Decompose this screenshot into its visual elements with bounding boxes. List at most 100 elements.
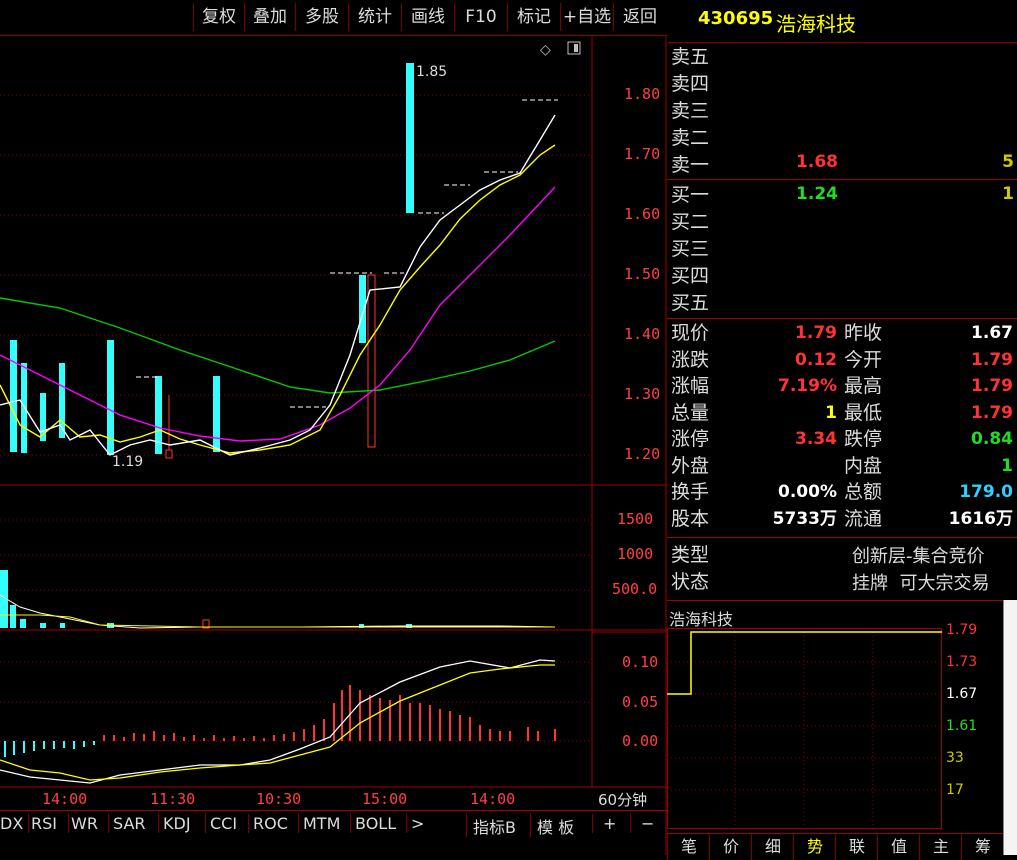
high-price: 1.79 — [971, 376, 1013, 396]
ask-labels: 卖五 卖四 卖三 卖二 卖一 — [671, 44, 709, 179]
quote-label: 昨收 — [844, 322, 883, 344]
price-tick: 1.60 — [624, 205, 661, 223]
more-tabs-button[interactable]: > — [406, 814, 424, 833]
tab-dx[interactable]: DX — [0, 814, 23, 833]
bid-labels: 买一 买二 买三 买四 买五 — [671, 182, 709, 317]
tab-cci[interactable]: CCI — [205, 814, 237, 833]
quote-row: 现价 1.79 昨收 1.67 — [671, 320, 1017, 347]
quote-label: 今开 — [844, 348, 883, 371]
tab-roc[interactable]: ROC — [248, 814, 288, 833]
ask-2-label: 卖二 — [671, 127, 710, 149]
change-value: 0.12 — [795, 349, 837, 370]
prev-close: 1.67 — [971, 323, 1013, 343]
quote-label: 最高 — [844, 375, 883, 397]
ask-1-price: 1.68 — [796, 152, 838, 172]
tab-price[interactable]: 价 — [709, 834, 752, 860]
volume-tick: 1500 — [617, 510, 654, 528]
limit-down: 0.84 — [971, 429, 1013, 449]
bid-1-label: 买一 — [671, 184, 710, 206]
tab-rsi[interactable]: RSI — [28, 814, 57, 833]
fuquan-button[interactable]: 复权 — [193, 3, 244, 31]
mark-button[interactable]: 标记 — [507, 3, 560, 31]
price-tick: 1.80 — [624, 85, 661, 103]
tab-mtm[interactable]: MTM — [298, 814, 340, 833]
ask-3-label: 卖三 — [671, 100, 710, 122]
quote-label: 跌停 — [844, 428, 883, 450]
overlay-button[interactable]: 叠加 — [244, 3, 295, 31]
detail-tab-bar: 笔 价 细 势 联 值 主 筹 — [667, 833, 1003, 860]
diamond-icon[interactable]: ◇ — [540, 42, 551, 58]
mini-level: 1.73 — [946, 654, 978, 670]
add-favorite-button[interactable]: +自选 — [560, 3, 613, 31]
popup-window-edge[interactable] — [1003, 600, 1017, 855]
price-tick: 1.70 — [624, 145, 661, 163]
divider — [667, 318, 1017, 319]
total-volume: 1 — [825, 402, 837, 423]
low-annotation: 1.19 — [112, 454, 143, 470]
high-annotation: 1.85 — [416, 64, 447, 80]
ask-1-volume: 5 — [1002, 152, 1014, 172]
index-b-button[interactable]: 指标B — [466, 814, 516, 838]
mini-level: 17 — [946, 782, 964, 798]
tab-chips[interactable]: 筹 — [961, 834, 1004, 860]
tab-kdj[interactable]: KDJ — [158, 814, 191, 833]
price-tick: 1.30 — [624, 385, 661, 403]
quote-row: 涨停 3.34 跌停 0.84 — [671, 426, 1017, 453]
tab-wr[interactable]: WR — [68, 814, 98, 833]
current-price: 1.79 — [795, 323, 837, 343]
tab-main[interactable]: 主 — [919, 834, 962, 860]
candle — [359, 275, 366, 343]
ask-4-label: 卖四 — [671, 73, 710, 95]
kline-chart[interactable]: ◇ 1.85 1.19 — [0, 35, 667, 855]
macd-bars — [4, 685, 556, 757]
quote-label: 总额 — [844, 481, 883, 503]
ask-panel — [667, 42, 1017, 180]
mini-chart-title: 浩海科技 — [669, 610, 734, 629]
quote-row: 换手 0.00% 总额 179.0 — [671, 479, 1017, 506]
tab-boll[interactable]: BOLL — [350, 814, 396, 833]
tab-trades[interactable]: 笔 — [667, 834, 710, 860]
bid-1-price: 1.24 — [796, 184, 838, 204]
status-label: 状态 — [671, 571, 710, 593]
stock-name: 浩海科技 — [776, 12, 856, 36]
draw-line-button[interactable]: 画线 — [401, 3, 454, 31]
tab-trend[interactable]: 势 — [793, 834, 836, 860]
template-button[interactable]: 模 板 — [530, 814, 574, 838]
total-shares: 5733万 — [772, 508, 837, 529]
candle — [213, 376, 220, 452]
price-tick: 1.50 — [624, 265, 661, 283]
divider — [667, 600, 1017, 601]
turnover-rate: 0.00% — [778, 482, 837, 502]
f10-button[interactable]: F10 — [454, 3, 507, 31]
float-shares: 1616万 — [948, 508, 1013, 529]
quote-row: 外盘 内盘 1 — [671, 453, 1017, 480]
macd-tick: 0.10 — [622, 653, 659, 671]
tab-detail[interactable]: 细 — [751, 834, 794, 860]
candle — [10, 340, 17, 452]
period-label[interactable]: 60分钟 — [598, 789, 647, 810]
tab-sar[interactable]: SAR — [108, 814, 146, 833]
ask-1-label: 卖一 — [671, 154, 710, 176]
tab-linked[interactable]: 联 — [835, 834, 878, 860]
quote-label: 涨停 — [671, 428, 710, 450]
inner-volume: 1 — [1001, 455, 1013, 476]
tab-value[interactable]: 值 — [877, 834, 920, 860]
limit-up: 3.34 — [795, 429, 837, 449]
divider — [667, 537, 1017, 538]
time-tick: 10:30 — [256, 790, 302, 808]
quote-label: 股本 — [671, 507, 710, 530]
zoom-out-button[interactable]: − — [630, 814, 661, 833]
mini-level: 1.79 — [946, 622, 978, 638]
quote-table: 现价 1.79 昨收 1.67 涨跌 0.12 今开 1.79 涨幅 7.19%… — [671, 320, 1017, 532]
multi-stock-button[interactable]: 多股 — [295, 3, 348, 31]
change-percent: 7.19% — [778, 376, 837, 396]
zoom-in-button[interactable]: + — [592, 814, 623, 833]
quote-row: 股本 5733万 流通 1616万 — [671, 506, 1017, 533]
ask-5-label: 卖五 — [671, 46, 710, 68]
price-tick: 1.40 — [624, 325, 661, 343]
statistics-button[interactable]: 统计 — [348, 3, 401, 31]
chart-toolbar: 复权 叠加 多股 统计 画线 F10 标记 +自选 返回 — [0, 0, 667, 36]
back-button[interactable]: 返回 — [613, 3, 666, 31]
time-tick: 15:00 — [362, 790, 408, 808]
time-tick: 14:00 — [470, 790, 516, 808]
